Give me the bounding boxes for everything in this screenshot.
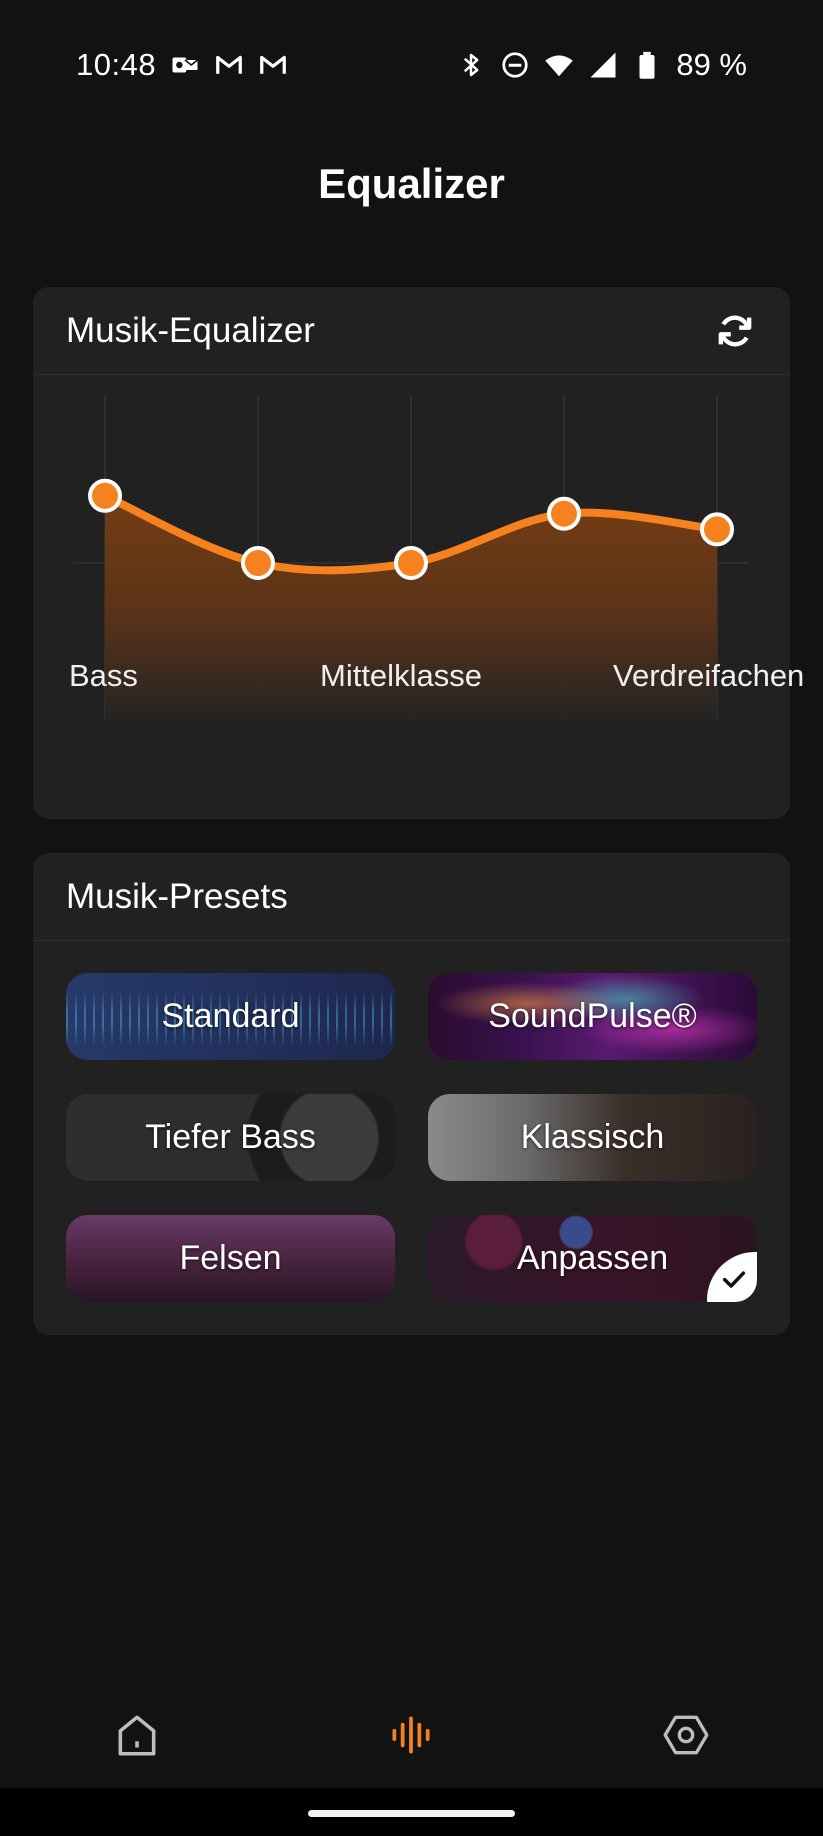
cell-signal-icon [588,50,618,80]
band-label-mid: Mittelklasse [320,658,482,693]
equalizer-card: Musik-Equalizer [33,287,790,819]
band-label-treble: Verdreifachen [613,658,805,693]
band-handle-1[interactable] [241,546,275,580]
preset-anpassen[interactable]: Anpassen [428,1215,757,1302]
status-time: 10:48 [76,47,157,82]
do-not-disturb-icon [500,50,530,80]
preset-label: Klassisch [520,1118,665,1156]
preset-tiefer-bass[interactable]: Tiefer Bass [66,1094,395,1181]
equalizer-graph[interactable] [33,375,790,819]
nav-equalizer[interactable] [381,1705,441,1765]
equalizer-chart[interactable] [33,375,790,819]
bottom-navigation [0,1690,823,1780]
preset-label: Felsen [179,1239,282,1277]
band-handle-3[interactable] [547,496,581,531]
preset-label: Tiefer Bass [145,1118,316,1156]
band-handle-0[interactable] [88,478,122,513]
status-right: 89 % [456,47,747,83]
equalizer-card-header: Musik-Equalizer [33,287,790,375]
outlook-icon [170,50,200,80]
status-left: 10:48 [76,47,288,83]
preset-felsen[interactable]: Felsen [66,1215,395,1302]
band-label-bass: Bass [69,658,138,693]
status-bar: 10:48 89 % [0,0,823,130]
equalizer-card-title: Musik-Equalizer [66,310,315,350]
preset-grid: Standard SoundPulse® Tiefer Bass Klassis… [66,973,757,1302]
nav-home[interactable] [107,1705,167,1765]
equalizer-bars-icon [392,1716,431,1754]
presets-card-header: Musik-Presets [33,853,790,941]
band-handle-2[interactable] [394,546,428,580]
gesture-handle[interactable] [308,1810,515,1817]
gmail-icon [214,50,244,80]
preset-label: Anpassen [516,1239,669,1277]
refresh-icon [718,315,752,346]
preset-label: SoundPulse® [488,997,697,1035]
selected-check-badge [707,1252,757,1302]
refresh-button[interactable] [713,309,757,353]
preset-label: Standard [161,997,300,1035]
battery-icon [632,50,662,80]
presets-card: Musik-Presets Standard SoundPulse® Tiefe… [33,853,790,1335]
preset-soundpulse[interactable]: SoundPulse® [428,973,757,1060]
presets-card-title: Musik-Presets [66,876,288,916]
preset-standard[interactable]: Standard [66,973,395,1060]
checkmark-icon [722,1271,746,1288]
page-title: Equalizer [318,160,505,207]
preset-klassisch[interactable]: Klassisch [428,1094,757,1181]
bluetooth-icon [456,50,486,80]
settings-hexagon-icon [663,1715,709,1755]
band-handle-4[interactable] [700,512,734,547]
battery-percent: 89 % [676,47,747,82]
home-icon [118,1715,156,1756]
gmail-icon [258,50,288,80]
nav-settings[interactable] [656,1705,716,1765]
wifi-icon [544,50,574,80]
